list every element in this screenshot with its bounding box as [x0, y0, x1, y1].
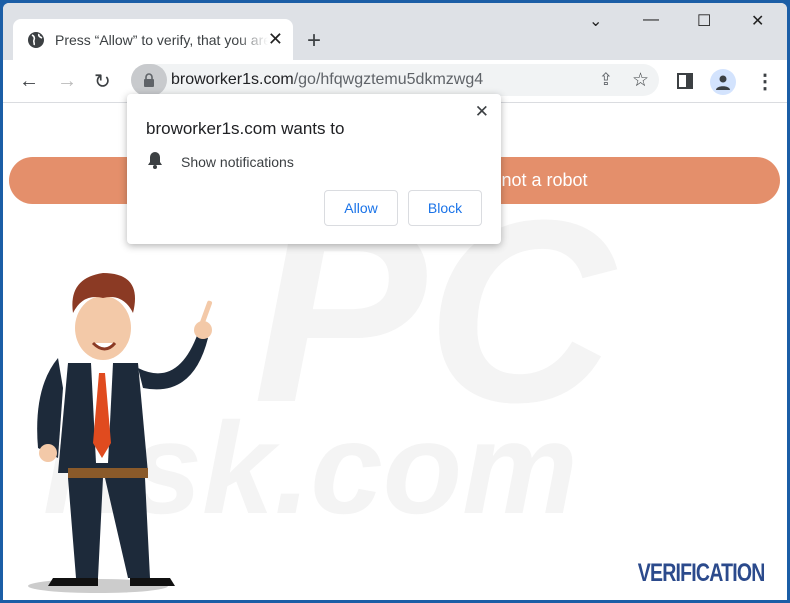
back-icon[interactable]: ←: [19, 70, 39, 93]
tab-bar: Press “Allow” to verify, that you are no…: [3, 3, 787, 60]
reload-icon[interactable]: ↻: [94, 69, 111, 94]
globe-icon: [27, 31, 45, 49]
permission-label: Show notifications: [181, 153, 294, 170]
address-bar[interactable]: broworker1s.com/go/hfqwgztemu5dkmzwg4 ⇪ …: [131, 64, 659, 96]
tab-close-icon[interactable]: ✕: [268, 29, 283, 50]
url-text: broworker1s.com/go/hfqwgztemu5dkmzwg4: [171, 71, 484, 88]
bookmark-star-icon[interactable]: ☆: [632, 69, 649, 92]
maximize-button[interactable]: ☐: [697, 11, 711, 31]
businessman-illustration: [28, 273, 213, 593]
tab-active[interactable]: Press “Allow” to verify, that you are no…: [13, 19, 293, 60]
popup-title: broworker1s.com wants to: [146, 119, 345, 138]
share-icon[interactable]: ⇪: [599, 70, 613, 90]
side-panel-icon[interactable]: [677, 73, 693, 89]
verification-logo: VERIFICATION: [638, 559, 766, 587]
tab-title: Press “Allow” to verify, that you are no…: [55, 31, 268, 48]
bell-icon: [147, 151, 163, 172]
menu-icon[interactable]: ⋮: [755, 69, 775, 94]
new-tab-button[interactable]: +: [307, 27, 321, 55]
browser-window: Press “Allow” to verify, that you are no…: [3, 3, 787, 600]
block-button[interactable]: Block: [408, 190, 482, 226]
profile-avatar[interactable]: [710, 69, 736, 95]
tab-search-icon[interactable]: ⌄: [589, 11, 602, 31]
forward-icon[interactable]: →: [57, 70, 77, 93]
minimize-button[interactable]: —: [643, 11, 659, 29]
notification-permission-popup: ✕ broworker1s.com wants to Show notifica…: [127, 94, 501, 244]
popup-close-icon[interactable]: ✕: [475, 102, 489, 122]
close-window-button[interactable]: ✕: [751, 11, 764, 31]
allow-button[interactable]: Allow: [324, 190, 398, 226]
lock-icon[interactable]: [131, 64, 167, 96]
